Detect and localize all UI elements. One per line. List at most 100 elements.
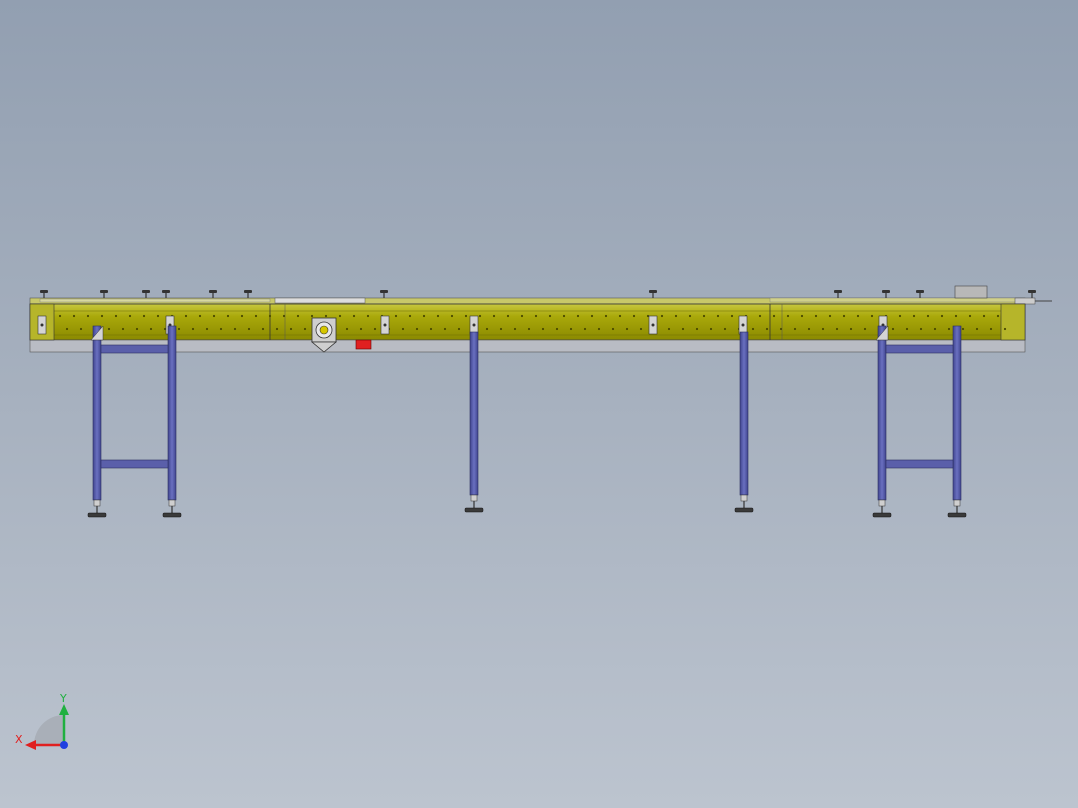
bolt-hole (688, 314, 692, 318)
bolt-hole (513, 327, 517, 331)
clamp-knob (244, 290, 252, 298)
bolt-hole (751, 327, 755, 331)
support-leg (734, 331, 754, 513)
bolt-hole (618, 314, 622, 318)
bolt-hole (891, 327, 895, 331)
bolt-hole (135, 327, 139, 331)
view-triad: Y X (15, 692, 69, 750)
cad-viewport[interactable]: Y X (0, 0, 1078, 808)
bolt-hole (443, 327, 447, 331)
bolt-hole (919, 327, 923, 331)
bolt-hole (219, 327, 223, 331)
bolt-hole (478, 314, 482, 318)
bolt-hole (128, 314, 132, 318)
bolt-hole (583, 327, 587, 331)
bolt-hole (345, 327, 349, 331)
rail-bracket (648, 315, 658, 335)
bolt-hole (548, 314, 552, 318)
bolt-hole (758, 314, 762, 318)
clamp-knob (142, 290, 150, 298)
bolt-hole (926, 314, 930, 318)
bolt-hole (240, 314, 244, 318)
bolt-hole (100, 314, 104, 318)
leg-crossbar (100, 344, 169, 354)
bolt-hole (604, 314, 608, 318)
bolt-hole (555, 327, 559, 331)
bolt-hole (933, 327, 937, 331)
bolt-hole (261, 327, 265, 331)
bolt-hole (674, 314, 678, 318)
bolt-hole (275, 327, 279, 331)
bolt-hole (660, 314, 664, 318)
bolt-hole (898, 314, 902, 318)
bolt-hole (212, 314, 216, 318)
clamp-knob (209, 290, 217, 298)
clamp-knob (882, 290, 890, 298)
bolt-hole (177, 327, 181, 331)
clamp-knob (916, 290, 924, 298)
bolt-hole (996, 314, 1000, 318)
bolt-hole (429, 327, 433, 331)
support-leg (87, 325, 107, 518)
rail-bracket (380, 315, 390, 335)
bolt-hole (716, 314, 720, 318)
bolt-hole (65, 327, 69, 331)
y-axis-label: Y (59, 692, 67, 705)
emergency-stop-button (355, 339, 372, 350)
bolt-hole (975, 327, 979, 331)
conveyor-assembly-drawing: Y X (15, 285, 1052, 750)
bolt-hole (401, 327, 405, 331)
bolt-hole (289, 327, 293, 331)
bolt-hole (527, 327, 531, 331)
bolt-hole (422, 314, 426, 318)
rail-bracket (738, 315, 748, 335)
bolt-hole (968, 314, 972, 318)
bolt-hole (268, 314, 272, 318)
support-legs (87, 325, 967, 518)
bolt-hole (870, 314, 874, 318)
bolt-hole (394, 314, 398, 318)
bolt-hole (184, 314, 188, 318)
bolt-hole (359, 327, 363, 331)
bolt-hole (681, 327, 685, 331)
bolt-hole (436, 314, 440, 318)
bolt-hole (485, 327, 489, 331)
bolt-hole (793, 327, 797, 331)
clamp-knob (649, 290, 657, 298)
bolt-hole (520, 314, 524, 318)
bolt-hole (702, 314, 706, 318)
conveyor-frame-beam (29, 303, 1026, 353)
bolt-hole (814, 314, 818, 318)
bolt-hole (576, 314, 580, 318)
bolt-hole (457, 327, 461, 331)
bolt-hole (205, 327, 209, 331)
bolt-hole (352, 314, 356, 318)
rail-bracket (469, 315, 479, 335)
bolt-hole (954, 314, 958, 318)
bolt-hole (989, 327, 993, 331)
bolt-hole (772, 314, 776, 318)
bolt-hole (282, 314, 286, 318)
bolt-hole (807, 327, 811, 331)
bolt-hole (233, 327, 237, 331)
guide-rail-knobs (40, 290, 1036, 298)
bolt-hole (1003, 327, 1007, 331)
bolt-hole (779, 327, 783, 331)
bolt-hole (338, 314, 342, 318)
bolt-hole (373, 327, 377, 331)
bolt-hole (842, 314, 846, 318)
bolt-hole (765, 327, 769, 331)
bolt-hole (107, 327, 111, 331)
bolt-hole (541, 327, 545, 331)
bolt-hole (639, 327, 643, 331)
bolt-hole (366, 314, 370, 318)
bolt-hole (632, 314, 636, 318)
bolt-hole (828, 314, 832, 318)
bolt-hole (940, 314, 944, 318)
bolt-hole (961, 327, 965, 331)
bolt-hole (835, 327, 839, 331)
bolt-hole (142, 314, 146, 318)
bolt-hole (226, 314, 230, 318)
bolt-hole (247, 327, 251, 331)
clamp-knob (40, 290, 48, 298)
